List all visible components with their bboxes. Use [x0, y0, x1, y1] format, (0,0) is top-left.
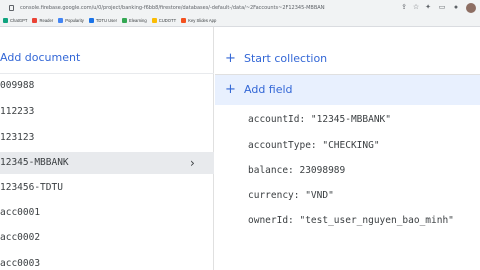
documents-panel: Add document 009988 112233 123123 12345-…	[0, 27, 214, 270]
document-item[interactable]: 112233	[0, 101, 214, 123]
field-row[interactable]: balance: 23098989	[248, 165, 345, 176]
document-item[interactable]: acc0001	[0, 202, 214, 224]
field-row[interactable]: accountType: "CHECKING"	[248, 140, 380, 151]
bookmark-item[interactable]: Elearning	[122, 18, 147, 23]
document-item[interactable]: 009988	[0, 75, 214, 97]
field-row[interactable]: currency: "VND"	[248, 190, 334, 201]
bookmark-item[interactable]: ChatGPT	[3, 18, 27, 23]
add-document-button[interactable]: Add document	[0, 51, 80, 64]
browser-chrome: console.firebase.google.com/u/0/project/…	[0, 0, 480, 27]
tdtu-icon	[88, 18, 94, 23]
chevron-right-icon: ›	[190, 156, 195, 170]
document-item-label: 12345-MBBANK	[0, 157, 69, 168]
bookmark-item[interactable]: Reader	[32, 18, 53, 23]
bookmark-item[interactable]: CUDOTT	[151, 18, 176, 23]
url-text[interactable]: console.firebase.google.com/u/0/project/…	[20, 3, 325, 13]
elearning-icon	[122, 18, 127, 23]
avatar[interactable]	[466, 3, 476, 13]
document-item[interactable]: 123123	[0, 127, 214, 149]
extension-icon[interactable]: ✦	[424, 4, 432, 12]
lock-icon	[9, 5, 14, 11]
chatgpt-icon	[3, 18, 8, 23]
slides-icon	[181, 18, 187, 23]
divider	[0, 73, 214, 74]
cudott-icon	[151, 18, 157, 23]
document-item[interactable]: acc0002	[0, 227, 214, 249]
sidebar-icon[interactable]: ▭	[438, 4, 446, 12]
bookmark-item[interactable]: Key Slides App	[181, 18, 216, 23]
star-icon[interactable]: ☆	[412, 4, 420, 12]
add-field-label: Add field	[244, 83, 293, 96]
document-item[interactable]: acc0003	[0, 253, 214, 270]
document-item-selected[interactable]: 12345-MBBANK ›	[0, 152, 214, 174]
bookmark-item[interactable]: TDTU User	[88, 18, 117, 23]
field-row[interactable]: accountId: "12345-MBBANK"	[248, 114, 391, 125]
plus-icon: +	[225, 82, 236, 97]
address-bar[interactable]: console.firebase.google.com/u/0/project/…	[0, 2, 480, 14]
bookmark-item[interactable]: Popularity	[58, 18, 84, 23]
document-item[interactable]: 123456-TDTU	[0, 177, 214, 199]
reader-icon	[32, 18, 38, 23]
bookmarks-bar: ChatGPT Reader Popularity TDTU User Elea…	[0, 15, 480, 26]
start-collection-label: Start collection	[244, 52, 328, 65]
fields-panel: + Start collection ⬉ + Add field account…	[215, 27, 480, 270]
share-icon[interactable]: ⇪	[400, 4, 408, 12]
popularity-icon	[58, 18, 64, 23]
start-collection-button[interactable]: + Start collection	[215, 44, 480, 74]
plus-icon: +	[225, 51, 236, 66]
field-row[interactable]: ownerId: "test_user_nguyen_bao_minh"	[248, 215, 454, 226]
add-field-button[interactable]: + Add field	[215, 75, 480, 105]
profile-icon[interactable]: ●	[452, 4, 460, 12]
